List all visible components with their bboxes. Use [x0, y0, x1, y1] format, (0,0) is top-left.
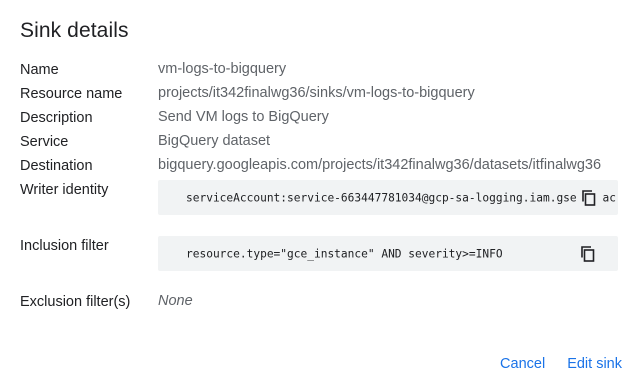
writer-identity-codebox: serviceAccount:service-663447781034@gcp-… — [158, 180, 618, 215]
description-value: Send VM logs to BigQuery — [158, 109, 329, 125]
service-value: BigQuery dataset — [158, 133, 271, 149]
description-label: Description — [20, 110, 93, 126]
edit-sink-button[interactable]: Edit sink — [567, 356, 622, 372]
resource-name-label: Resource name — [20, 86, 123, 102]
writer-identity-label: Writer identity — [20, 182, 109, 198]
destination-label: Destination — [20, 158, 93, 174]
inclusion-filter-code: resource.type="gce_instance" AND severit… — [186, 247, 503, 260]
copy-icon — [581, 245, 595, 262]
dialog-actions: Cancel Edit sink — [500, 356, 622, 372]
copy-inclusion-filter-button[interactable] — [577, 243, 599, 265]
name-value: vm-logs-to-bigquery — [158, 61, 287, 77]
resource-name-value: projects/it342finalwg36/sinks/vm-logs-to… — [158, 85, 475, 101]
destination-value: bigquery.googleapis.com/projects/it342fi… — [158, 157, 602, 173]
writer-identity-code: serviceAccount:service-663447781034@gcp-… — [186, 191, 584, 204]
copy-icon — [582, 189, 596, 206]
exclusion-filter-value: None — [158, 293, 193, 309]
inclusion-filter-label: Inclusion filter — [20, 238, 109, 254]
name-label: Name — [20, 62, 59, 78]
exclusion-filter-label: Exclusion filter(s) — [20, 294, 131, 310]
service-label: Service — [20, 134, 69, 150]
dialog-title: Sink details — [20, 19, 129, 42]
sink-details-dialog: Sink details Name vm-logs-to-bigquery Re… — [0, 0, 640, 381]
inclusion-filter-codebox: resource.type="gce_instance" AND severit… — [158, 236, 618, 271]
copy-writer-identity-button[interactable] — [578, 186, 600, 209]
cancel-button[interactable]: Cancel — [500, 356, 545, 372]
